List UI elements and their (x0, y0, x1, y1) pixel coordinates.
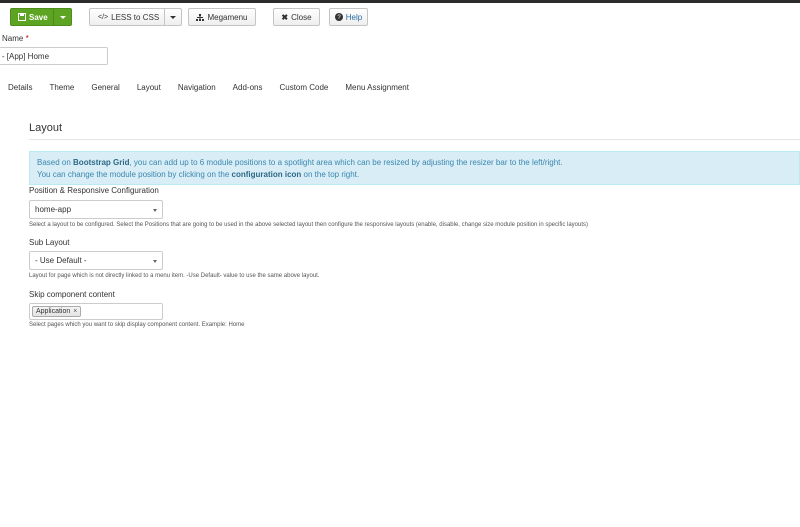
remove-tag-icon[interactable]: × (73, 308, 77, 315)
section-title: Layout (29, 122, 63, 134)
caret-down-icon (170, 15, 176, 19)
close-icon: ✖ (281, 12, 289, 22)
tab-add-ons[interactable]: Add-ons (233, 83, 263, 92)
position-select[interactable]: home-app (29, 200, 163, 219)
tab-layout[interactable]: Layout (137, 83, 161, 92)
chevron-down-icon (153, 260, 157, 263)
skip-help: Select pages which you want to skip disp… (29, 322, 245, 328)
save-dropdown-toggle[interactable] (53, 9, 71, 25)
name-label: Name * (2, 34, 29, 43)
position-label: Position & Responsive Configuration (29, 186, 159, 195)
close-button[interactable]: ✖ Close (273, 8, 320, 26)
info-alert: Based on Bootstrap Grid, you can add up … (29, 151, 800, 185)
caret-down-icon (59, 15, 66, 19)
less-label: LESS to CSS (111, 12, 160, 22)
info-line-2: You can change the module position by cl… (37, 169, 799, 181)
info-text: You can change the module position by cl… (37, 170, 232, 179)
name-field[interactable] (0, 47, 108, 65)
close-label: Close (291, 12, 312, 22)
help-label: Help (345, 12, 363, 22)
tab-theme[interactable]: Theme (49, 83, 74, 92)
less-to-css-button[interactable]: </> LESS to CSS (89, 8, 182, 26)
info-line-1: Based on Bootstrap Grid, you can add up … (37, 157, 799, 169)
info-text: , you can add up to 6 module positions t… (129, 158, 563, 167)
tab-custom-code[interactable]: Custom Code (279, 83, 328, 92)
sublayout-value: - Use Default - (35, 256, 87, 265)
sublayout-label: Sub Layout (29, 238, 70, 247)
tag-label: Application (36, 308, 71, 315)
position-value: home-app (35, 205, 72, 214)
sitemap-icon (196, 13, 205, 21)
top-bar (0, 0, 800, 3)
info-bold: configuration icon (231, 170, 302, 179)
tab-bar: Details Theme General Layout Navigation … (8, 83, 426, 92)
tab-menu-assignment[interactable]: Menu Assignment (345, 83, 409, 92)
question-circle-icon: ? (334, 13, 343, 21)
info-text: on the top right. (301, 170, 360, 179)
save-label: Save (29, 12, 48, 22)
chevron-down-icon (153, 209, 157, 212)
section-divider (29, 139, 800, 140)
save-icon (18, 13, 26, 21)
save-button[interactable]: Save (10, 8, 72, 26)
help-button[interactable]: ? Help (329, 8, 368, 26)
megamenu-label: Megamenu (207, 12, 248, 22)
less-dropdown-toggle[interactable] (164, 9, 181, 25)
tab-general[interactable]: General (91, 83, 119, 92)
name-label-text: Name (2, 34, 24, 43)
info-text: Based on (37, 158, 74, 167)
skip-component-input[interactable]: Application × (29, 303, 163, 320)
required-mark: * (25, 34, 29, 43)
selected-tag: Application × (32, 306, 82, 317)
info-bold: Bootstrap Grid (73, 158, 130, 167)
tab-navigation[interactable]: Navigation (178, 83, 216, 92)
megamenu-button[interactable]: Megamenu (188, 8, 256, 26)
skip-label: Skip component content (29, 290, 115, 299)
position-help: Select a layout to be configured. Select… (29, 222, 589, 228)
code-icon: </> (98, 13, 109, 21)
tab-details[interactable]: Details (8, 83, 32, 92)
sublayout-help: Layout for page which is not directly li… (29, 273, 320, 279)
sublayout-select[interactable]: - Use Default - (29, 251, 163, 270)
